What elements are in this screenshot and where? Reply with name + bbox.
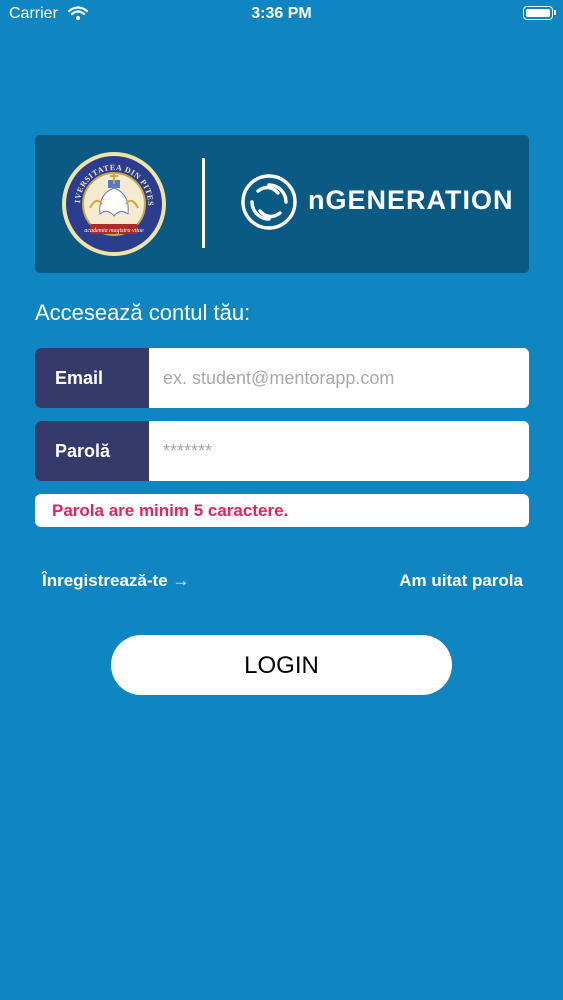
- battery-icon: [523, 6, 556, 20]
- forgot-password-link[interactable]: Am uitat parola: [399, 571, 523, 591]
- clock: 3:36 PM: [251, 5, 312, 22]
- error-message: Parola are minim 5 caractere.: [52, 501, 289, 520]
- status-bar: Carrier 3:36 PM: [0, 0, 563, 30]
- ngeneration-swirl-icon: [241, 174, 297, 230]
- password-input[interactable]: [151, 421, 529, 481]
- login-button[interactable]: LOGIN: [111, 635, 452, 695]
- password-label: Parolă: [35, 421, 149, 481]
- banner-divider: [202, 158, 205, 248]
- register-link[interactable]: Înregistrează-te →: [42, 571, 189, 591]
- email-field-group: Email: [35, 348, 529, 408]
- seal-text-bottom: academia magistra vitae: [84, 228, 144, 234]
- email-input[interactable]: [151, 348, 529, 408]
- brand-name: nGENERATION: [308, 185, 514, 215]
- error-message-box: Parola are minim 5 caractere.: [35, 494, 529, 527]
- login-heading: Accesează contul tău:: [35, 300, 251, 325]
- university-banner: UNIVERSITATEA DIN PITESTI academia magis…: [35, 135, 529, 273]
- university-seal-icon: UNIVERSITATEA DIN PITESTI academia magis…: [60, 150, 166, 256]
- email-label: Email: [35, 348, 149, 408]
- password-field-group: Parolă: [35, 421, 529, 481]
